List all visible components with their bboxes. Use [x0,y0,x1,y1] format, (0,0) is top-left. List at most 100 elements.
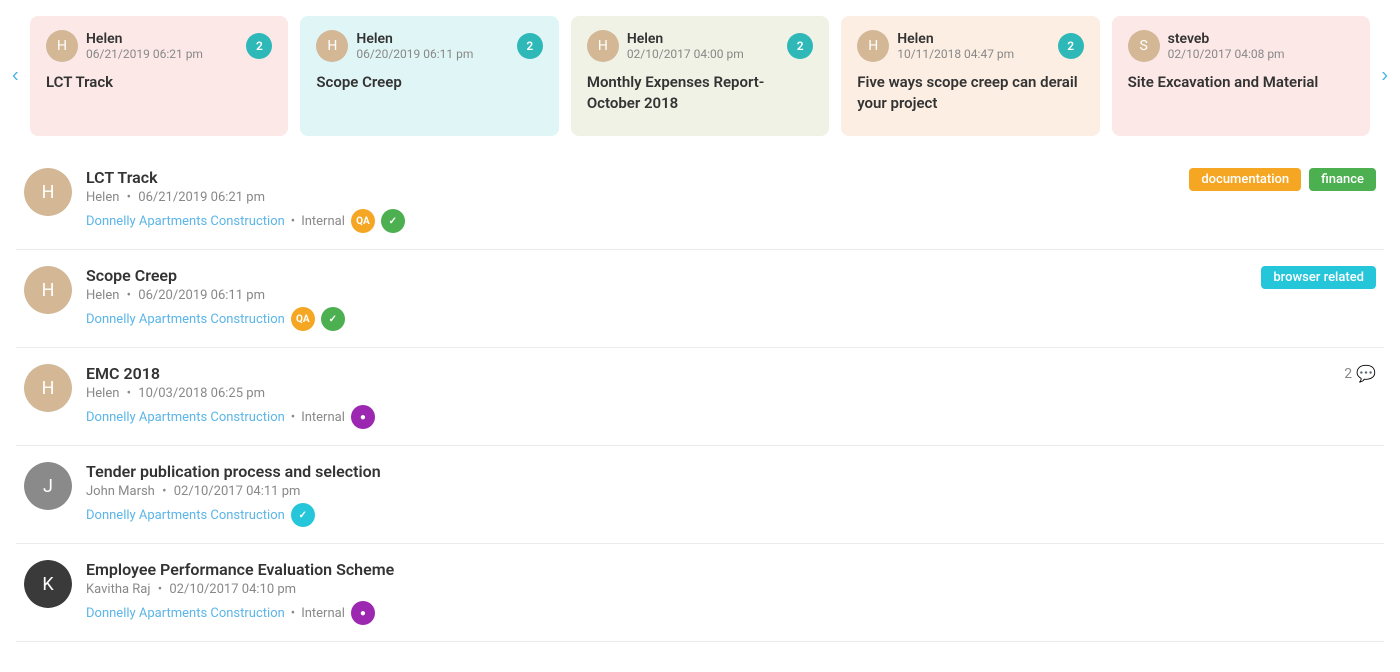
list-title[interactable]: Tender publication process and selection [86,462,1376,481]
list-item-employee-eval-item: K Employee Performance Evaluation Scheme… [16,544,1384,642]
project-link[interactable]: Donnelly Apartments Construction [86,214,285,229]
list-meta: Helen • 06/21/2019 06:21 pm [86,190,1173,205]
tag-container: browser related [1261,266,1376,289]
dot-separator: • [291,410,295,425]
card-username: steveb [1168,31,1285,47]
list-author: Helen [86,386,119,401]
card-avatar: H [316,30,348,62]
list-content: Employee Performance Evaluation Scheme K… [86,560,1376,625]
user-avatar-sm: QA [291,307,315,331]
card-username: Helen [356,31,473,47]
carousel-card-five-ways[interactable]: H Helen 10/11/2018 04:47 pm 2 Five ways … [841,16,1099,136]
project-link[interactable]: Donnelly Apartments Construction [86,606,285,621]
list-item-lct-track-item: H LCT Track Helen • 06/21/2019 06:21 pm … [16,152,1384,250]
carousel-section: ‹ H Helen 06/21/2019 06:21 pm 2 LCT Trac… [0,0,1400,152]
carousel-card-lct-track[interactable]: H Helen 06/21/2019 06:21 pm 2 LCT Track [30,16,288,136]
card-date: 02/10/2017 04:08 pm [1168,47,1285,61]
user-avatar-sm: ✓ [381,209,405,233]
card-badge: 2 [787,33,813,59]
tag-documentation: documentation [1189,168,1301,191]
list-author: Helen [86,288,119,303]
list-avatar: J [24,462,72,510]
card-date: 10/11/2018 04:47 pm [897,47,1014,61]
internal-label: Internal [301,214,345,229]
card-date: 02/10/2017 04:00 pm [627,47,744,61]
tag-browser-related: browser related [1261,266,1376,289]
card-username: Helen [627,31,744,47]
comment-count: 2 💬 [1344,364,1376,383]
list-avatar: H [24,168,72,216]
internal-label: Internal [301,410,345,425]
card-date: 06/21/2019 06:21 pm [86,47,203,61]
list-item-emc-2018-item: H EMC 2018 Helen • 10/03/2018 06:25 pm D… [16,348,1384,446]
card-title: Scope Creep [316,72,542,93]
list-title[interactable]: LCT Track [86,168,1173,187]
list-meta: Helen • 10/03/2018 06:25 pm [86,386,1328,401]
internal-label: Internal [301,606,345,621]
list-subline: Donnelly Apartments Construction • Intern… [86,209,1173,233]
project-link[interactable]: Donnelly Apartments Construction [86,410,285,425]
user-avatar-sm: ✓ [321,307,345,331]
project-link[interactable]: Donnelly Apartments Construction [86,312,285,327]
card-date: 06/20/2019 06:11 pm [356,47,473,61]
card-avatar: H [587,30,619,62]
card-avatar: H [857,30,889,62]
list-date: 10/03/2018 06:25 pm [138,386,265,401]
list-section: H LCT Track Helen • 06/21/2019 06:21 pm … [0,152,1400,642]
comment-number: 2 [1344,366,1352,382]
card-title: Five ways scope creep can derail your pr… [857,72,1083,114]
user-avatar-sm: ● [351,601,375,625]
carousel-left-button[interactable]: ‹ [4,61,27,92]
meta-dot: • [127,386,131,401]
list-date: 06/21/2019 06:21 pm [138,190,265,205]
card-title: Monthly Expenses Report- October 2018 [587,72,813,114]
meta-dot: • [158,582,162,597]
tag-finance: finance [1309,168,1376,191]
carousel-right-button[interactable]: › [1373,61,1396,92]
list-item-scope-creep-item: H Scope Creep Helen • 06/20/2019 06:11 p… [16,250,1384,348]
tag-container: documentation finance [1189,168,1376,191]
carousel-card-site-excavation[interactable]: S steveb 02/10/2017 04:08 pm Site Excava… [1112,16,1370,136]
user-avatar-sm: ● [351,405,375,429]
list-avatar: H [24,266,72,314]
list-content: EMC 2018 Helen • 10/03/2018 06:25 pm Don… [86,364,1328,429]
list-author: John Marsh [86,484,155,499]
list-subline: Donnelly Apartments Construction ✓ [86,503,1376,527]
card-title: LCT Track [46,72,272,93]
carousel-cards: H Helen 06/21/2019 06:21 pm 2 LCT Track … [30,16,1370,136]
list-author: Helen [86,190,119,205]
list-date: 06/20/2019 06:11 pm [138,288,265,303]
carousel-card-scope-creep[interactable]: H Helen 06/20/2019 06:11 pm 2 Scope Cree… [300,16,558,136]
user-avatar-sm: QA [351,209,375,233]
meta-dot: • [162,484,166,499]
card-avatar: H [46,30,78,62]
card-username: Helen [86,31,203,47]
project-link[interactable]: Donnelly Apartments Construction [86,508,285,523]
carousel-card-monthly-expenses[interactable]: H Helen 02/10/2017 04:00 pm 2 Monthly Ex… [571,16,829,136]
card-badge: 2 [1058,33,1084,59]
list-avatar: H [24,364,72,412]
list-title[interactable]: Employee Performance Evaluation Scheme [86,560,1376,579]
list-date: 02/10/2017 04:10 pm [169,582,296,597]
comment-icon: 💬 [1356,364,1376,383]
list-content: Tender publication process and selection… [86,462,1376,527]
list-avatar: K [24,560,72,608]
list-subline: Donnelly Apartments Construction • Intern… [86,405,1328,429]
dot-separator: • [291,606,295,621]
list-item-tender-item: J Tender publication process and selecti… [16,446,1384,544]
list-content: Scope Creep Helen • 06/20/2019 06:11 pm … [86,266,1245,331]
dot-separator: • [291,214,295,229]
user-avatar-sm: ✓ [291,503,315,527]
list-date: 02/10/2017 04:11 pm [174,484,301,499]
list-subline: Donnelly Apartments Construction QA✓ [86,307,1245,331]
card-username: Helen [897,31,1014,47]
card-badge: 2 [246,33,272,59]
list-meta: Helen • 06/20/2019 06:11 pm [86,288,1245,303]
list-subline: Donnelly Apartments Construction • Intern… [86,601,1376,625]
list-content: LCT Track Helen • 06/21/2019 06:21 pm Do… [86,168,1173,233]
list-title[interactable]: Scope Creep [86,266,1245,285]
card-title: Site Excavation and Material [1128,72,1354,93]
list-title[interactable]: EMC 2018 [86,364,1328,383]
list-meta: Kavitha Raj • 02/10/2017 04:10 pm [86,582,1376,597]
list-author: Kavitha Raj [86,582,151,597]
